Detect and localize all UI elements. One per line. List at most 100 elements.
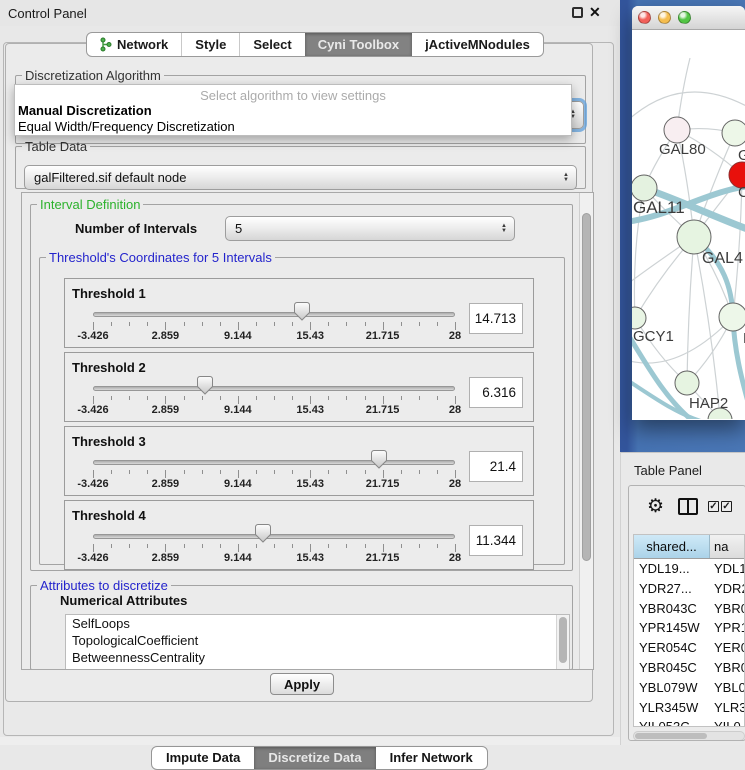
network-window-titlebar[interactable] bbox=[632, 6, 745, 30]
table-row[interactable]: YBL079WYBL0 bbox=[634, 678, 744, 698]
table-data-combo-value: galFiltered.sif default node bbox=[34, 170, 186, 185]
tick-label: 21.715 bbox=[357, 330, 409, 342]
slider-tick bbox=[220, 544, 221, 548]
num-intervals-combo[interactable]: 5 ▲▼ bbox=[225, 216, 515, 241]
table-row[interactable]: YBR045CYBR0 bbox=[634, 658, 744, 678]
gear-icon[interactable]: ⚙ bbox=[647, 495, 664, 518]
slider-tick bbox=[220, 470, 221, 474]
tab-select[interactable]: Select bbox=[239, 33, 304, 56]
settings-scrollbar-thumb[interactable] bbox=[582, 213, 591, 561]
threshold-value-field[interactable] bbox=[469, 377, 523, 408]
checkbox-icon[interactable]: ✓ bbox=[708, 501, 719, 512]
network-window[interactable]: GAL80 GA C GAL11 GAL4 GCY1 H HAP2 bbox=[632, 6, 745, 420]
cell-name: YDL1 bbox=[710, 559, 744, 579]
float-window-icon[interactable] bbox=[572, 7, 583, 18]
slider-tick bbox=[93, 396, 94, 404]
threshold-value-field[interactable] bbox=[469, 303, 523, 334]
close-icon[interactable]: ✕ bbox=[589, 4, 601, 21]
algorithm-popup-hint: Select algorithm to view settings bbox=[15, 88, 571, 103]
table-row[interactable]: YDR27...YDR2 bbox=[634, 579, 744, 599]
cyni-bottom-tabs: Impute Data Discretize Data Infer Networ… bbox=[151, 746, 488, 770]
attributes-scrollbar[interactable] bbox=[556, 615, 569, 669]
slider-tick bbox=[129, 544, 130, 548]
tab-impute-data[interactable]: Impute Data bbox=[152, 747, 254, 769]
slider-track[interactable] bbox=[93, 534, 455, 539]
slider-tick bbox=[455, 322, 456, 330]
table-row[interactable]: YER054CYER0 bbox=[634, 638, 744, 658]
table-row[interactable]: YIL053CYIL0 bbox=[634, 717, 744, 727]
window-close-icon[interactable] bbox=[638, 11, 651, 24]
attributes-group-title: Attributes to discretize bbox=[37, 578, 171, 593]
threshold-value-field[interactable] bbox=[469, 525, 523, 556]
slider-tick bbox=[202, 544, 203, 548]
slider-thumb[interactable] bbox=[197, 376, 213, 395]
slider-tick bbox=[165, 396, 166, 404]
slider-tick bbox=[401, 470, 402, 474]
algorithm-group-title: Discretization Algorithm bbox=[22, 68, 164, 83]
column-header-name[interactable]: na bbox=[710, 535, 744, 558]
slider-tick bbox=[238, 470, 239, 478]
slider-tick bbox=[111, 544, 112, 548]
slider-thumb[interactable] bbox=[371, 450, 387, 469]
table-horizontal-scrollbar[interactable] bbox=[633, 731, 745, 741]
slider-tick bbox=[292, 396, 293, 400]
node-table[interactable]: shared... na YDL19...YDL1YDR27...YDR2YBR… bbox=[633, 534, 745, 727]
slider-tick bbox=[346, 396, 347, 400]
cell-shared-name: YIL053C bbox=[634, 717, 710, 727]
table-scrollbar-thumb[interactable] bbox=[635, 733, 707, 739]
interval-definition-title: Interval Definition bbox=[37, 197, 143, 212]
slider-track[interactable] bbox=[93, 312, 455, 317]
attributes-scrollbar-thumb[interactable] bbox=[559, 617, 567, 663]
threshold-panel: Threshold 2-3.4262.8599.14415.4321.71528 bbox=[64, 352, 534, 422]
slider-track[interactable] bbox=[93, 386, 455, 391]
slider-tick bbox=[93, 470, 94, 478]
threshold-label: Threshold 1 bbox=[72, 286, 146, 301]
settings-vertical-scrollbar[interactable] bbox=[579, 193, 593, 669]
slider-thumb[interactable] bbox=[255, 524, 271, 543]
attribute-list-item[interactable]: TopologicalCoefficient bbox=[66, 632, 569, 649]
slider-track[interactable] bbox=[93, 460, 455, 465]
table-row[interactable]: YBR043CYBR0 bbox=[634, 599, 744, 619]
slider-tick bbox=[165, 544, 166, 552]
apply-button[interactable]: Apply bbox=[270, 673, 334, 695]
threshold-panel: Threshold 3-3.4262.8599.14415.4321.71528 bbox=[64, 426, 534, 496]
slider-tick bbox=[292, 470, 293, 474]
network-canvas[interactable]: GAL80 GA C GAL11 GAL4 GCY1 H HAP2 bbox=[632, 30, 745, 419]
slider-tick bbox=[365, 544, 366, 548]
table-row[interactable]: YPR145WYPR1 bbox=[634, 618, 744, 638]
numerical-attributes-list[interactable]: SelfLoopsTopologicalCoefficientBetweenne… bbox=[65, 614, 570, 670]
slider-tick bbox=[129, 396, 130, 400]
attribute-list-item[interactable]: SelfLoops bbox=[66, 615, 569, 632]
tab-cyni-toolbox[interactable]: Cyni Toolbox bbox=[305, 33, 412, 56]
window-zoom-icon[interactable] bbox=[678, 11, 691, 24]
tab-style[interactable]: Style bbox=[181, 33, 239, 56]
slider-tick bbox=[310, 322, 311, 330]
slider-tick bbox=[274, 396, 275, 400]
columns-icon[interactable] bbox=[678, 498, 698, 515]
attribute-list-item[interactable]: BetweennessCentrality bbox=[66, 649, 569, 666]
table-row[interactable]: YLR345WYLR3 bbox=[634, 698, 744, 718]
tab-discretize-data[interactable]: Discretize Data bbox=[254, 747, 375, 769]
tab-jactivemnodules[interactable]: jActiveMNodules bbox=[412, 33, 543, 56]
tick-label: 15.43 bbox=[284, 330, 336, 342]
table-row[interactable]: YDL19...YDL1 bbox=[634, 559, 744, 579]
tab-infer-network[interactable]: Infer Network bbox=[376, 747, 487, 769]
slider-tick bbox=[256, 470, 257, 474]
slider-tick bbox=[365, 322, 366, 326]
slider-thumb[interactable] bbox=[294, 302, 310, 321]
algorithm-option-equal-width[interactable]: Equal Width/Frequency Discretization bbox=[15, 119, 571, 135]
column-header-shared-name[interactable]: shared... bbox=[634, 535, 710, 558]
checkbox-icon[interactable]: ✓ bbox=[721, 501, 732, 512]
slider-tick bbox=[419, 470, 420, 474]
slider-tick bbox=[383, 396, 384, 404]
slider-tick bbox=[129, 322, 130, 326]
threshold-value-field[interactable] bbox=[469, 451, 523, 482]
table-data-combo[interactable]: galFiltered.sif default node ▲▼ bbox=[24, 165, 577, 190]
window-minimize-icon[interactable] bbox=[658, 11, 671, 24]
tab-network[interactable]: Network bbox=[87, 33, 181, 56]
algorithm-option-manual[interactable]: Manual Discretization bbox=[15, 103, 571, 119]
slider-tick bbox=[238, 544, 239, 552]
node-hap2 bbox=[675, 371, 699, 395]
tick-label: 2.859 bbox=[139, 478, 191, 490]
slider-tick bbox=[274, 322, 275, 326]
